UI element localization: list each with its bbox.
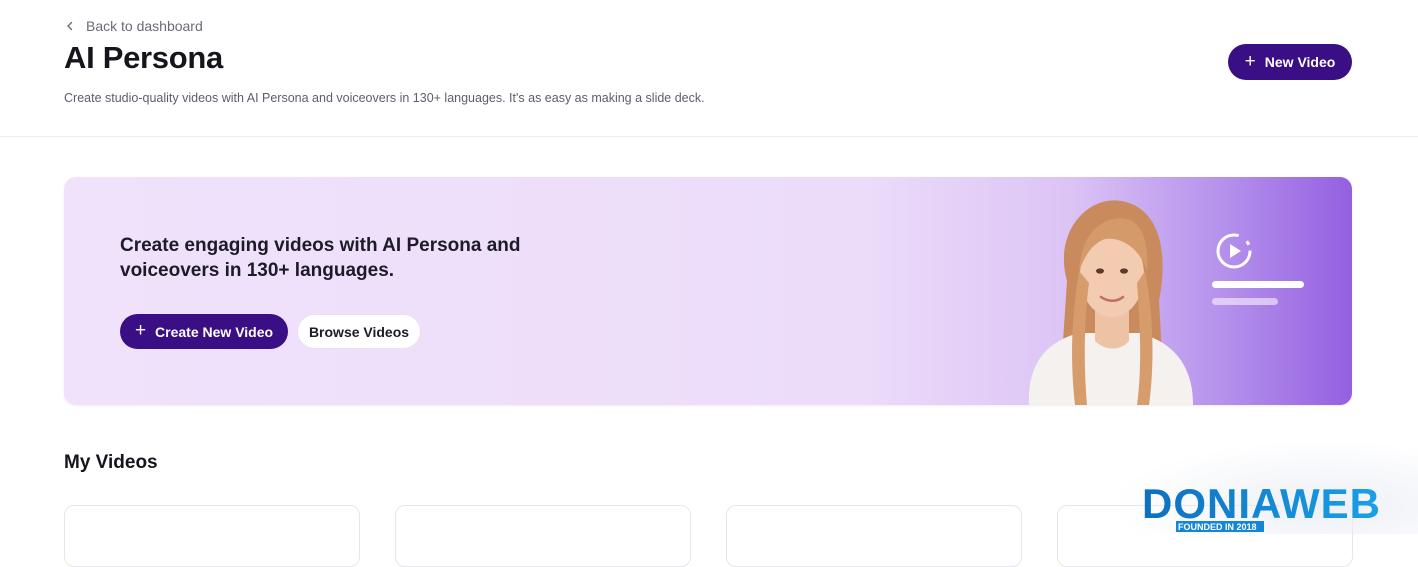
svg-text:DONIAWEB: DONIAWEB [1142,480,1381,527]
svg-text:FOUNDED IN 2018: FOUNDED IN 2018 [1178,522,1257,532]
doniaweb-watermark-logo: DONIAWEB FOUNDED IN 2018 [1142,480,1381,532]
hero-actions: + Create New Video Browse Videos [120,314,421,349]
video-card[interactable] [726,505,1022,567]
new-video-label: New Video [1264,54,1336,70]
plus-icon: + [1244,50,1256,72]
decorative-line [1212,298,1278,305]
video-card[interactable] [64,505,360,567]
chevron-left-icon [67,21,73,31]
plus-icon: + [134,320,147,341]
page-title: AI Persona [64,40,223,75]
browse-videos-button[interactable]: Browse Videos [297,314,421,349]
ai-persona-image [1028,200,1193,405]
my-videos-title: My Videos [64,452,158,473]
decorative-line [1212,281,1304,288]
create-new-video-label: Create New Video [155,323,274,340]
page-subtitle: Create studio-quality videos with AI Per… [64,91,705,105]
play-circle-icon [1216,233,1252,269]
video-card[interactable] [395,505,691,567]
new-video-button[interactable]: + New Video [1228,44,1352,80]
create-new-video-button[interactable]: + Create New Video [120,314,288,349]
hero-banner: Create engaging videos with AI Persona a… [64,177,1352,405]
page-header: Back to dashboard AI Persona Create stud… [0,0,1418,137]
back-link-label: Back to dashboard [86,18,203,34]
back-to-dashboard-link[interactable]: Back to dashboard [64,16,203,36]
hero-heading: Create engaging videos with AI Persona a… [120,235,521,281]
